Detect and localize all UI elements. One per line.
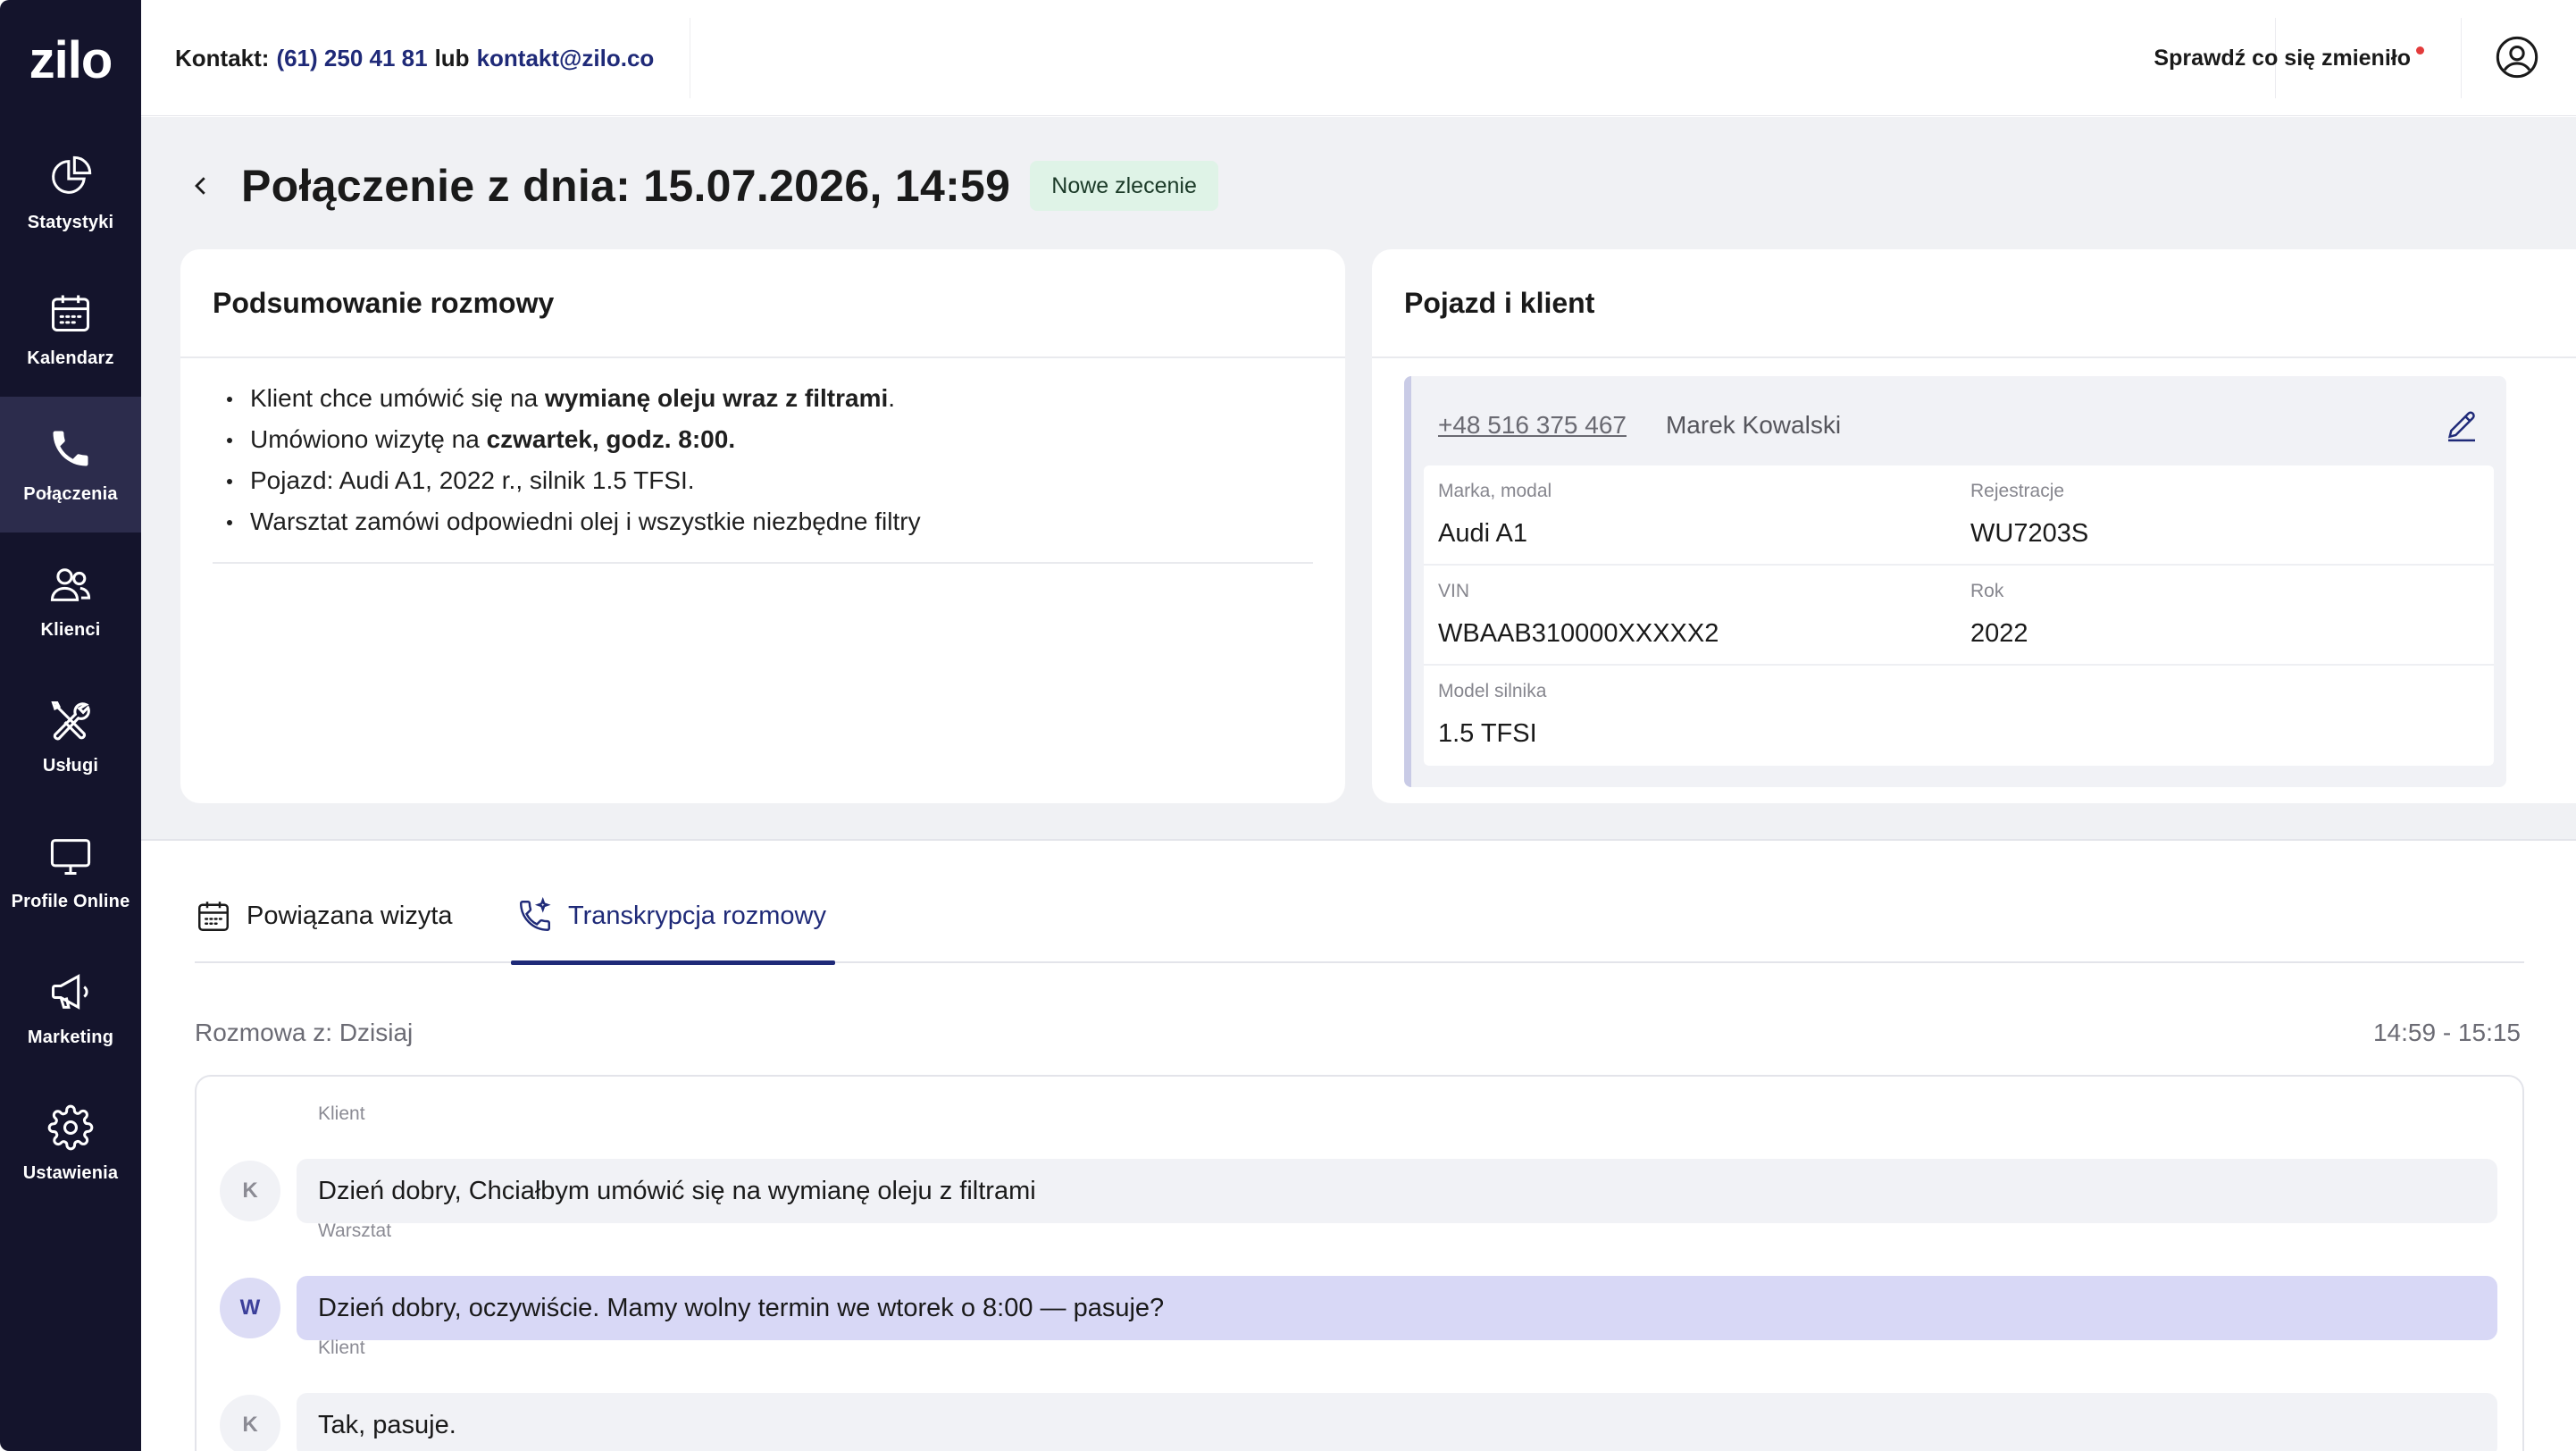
field-make: Marka, modal Audi A1 — [1438, 481, 1552, 548]
speaker-label: Klient — [318, 1103, 365, 1124]
chevron-left-icon[interactable] — [188, 172, 214, 199]
sidebar-item-label: Klienci — [40, 619, 101, 640]
sidebar: zilo Statystyki Kalendarz Połączenia Kli… — [0, 0, 141, 1451]
tab-label: Transkrypcja rozmowy — [568, 901, 826, 930]
vehicle-fields: Marka, modal Audi A1 Rejestracje WU7203S… — [1424, 465, 2494, 766]
notification-dot — [2416, 46, 2424, 55]
sidebar-item-klienci[interactable]: Klienci — [0, 533, 141, 668]
client-phone-link[interactable]: +48 516 375 467 — [1438, 411, 1627, 440]
field-row: Marka, modal Audi A1 Rejestracje WU7203S — [1424, 465, 2494, 566]
megaphone-icon — [51, 973, 88, 1010]
sidebar-item-label: Ustawienia — [22, 1162, 119, 1183]
summary-card-title: Podsumowanie rozmowy — [180, 249, 1345, 358]
users-icon — [50, 567, 91, 601]
sidebar-item-kalendarz[interactable]: Kalendarz — [0, 261, 141, 397]
vehicle-details: +48 516 375 467 Marek Kowalski Marka, mo… — [1404, 376, 2506, 787]
client-name: Marek Kowalski — [1665, 411, 1842, 439]
message-bubble: Dzień dobry, oczywiście. Mamy wolny term… — [297, 1276, 2497, 1340]
sidebar-item-profile-online[interactable]: Profile Online — [0, 804, 141, 940]
field-registration: Rejestracje WU7203S — [1970, 481, 2089, 548]
calendar-icon — [198, 902, 229, 931]
sidebar-item-uslugi[interactable]: Usługi — [0, 668, 141, 804]
client-row: +48 516 375 467 Marek Kowalski — [1438, 403, 2480, 448]
field-engine: Model silnika 1.5 TFSI — [1438, 681, 1547, 748]
edit-pencil-icon[interactable] — [2444, 408, 2480, 444]
vehicle-client-card: Pojazd i klient +48 516 375 467 Marek Ko… — [1372, 249, 2576, 803]
contact-email-link[interactable]: kontakt@zilo.co — [477, 45, 655, 72]
sidebar-item-ustawienia[interactable]: Ustawienia — [0, 1076, 141, 1212]
sidebar-item-label: Statystyki — [27, 212, 114, 232]
field-vin: VIN WBAAB310000XXXXX2 — [1438, 581, 1719, 648]
conversation-time-range: 14:59 - 15:15 — [2372, 1019, 2521, 1046]
field-row: VIN WBAAB310000XXXXX2 Rok 2022 — [1424, 566, 2494, 666]
contact-or: lub — [434, 44, 470, 71]
title-row: Połączenie z dnia: 15.07.2026, 14:59 Now… — [188, 156, 1218, 215]
pie-chart-icon — [52, 155, 92, 194]
logo[interactable]: zilo — [0, 25, 141, 96]
page-title: Połączenie z dnia: 15.07.2026, 14:59 — [241, 161, 1011, 211]
sidebar-item-label: Usługi — [42, 755, 99, 776]
call-overview: Połączenie z dnia: 15.07.2026, 14:59 Now… — [141, 117, 2576, 841]
phone-sparkle-icon — [520, 897, 551, 931]
sidebar-item-label: Marketing — [27, 1027, 114, 1047]
user-circle-icon[interactable] — [2494, 34, 2540, 80]
field-row: Model silnika 1.5 TFSI — [1424, 666, 2494, 766]
app: zilo Statystyki Kalendarz Połączenia Kli… — [0, 0, 2576, 1451]
field-year: Rok 2022 — [1970, 581, 2028, 648]
contact-info: Kontakt: (61) 250 41 81 lub kontakt@zilo… — [175, 0, 661, 116]
vehicle-card-title: Pojazd i klient — [1372, 249, 2576, 358]
phone-icon — [53, 431, 88, 465]
avatar: K — [220, 1395, 280, 1451]
sidebar-item-marketing[interactable]: Marketing — [0, 940, 141, 1076]
avatar: K — [220, 1161, 280, 1221]
summary-item: Warsztat zamówi odpowiedni olej i wszyst… — [213, 501, 1313, 542]
contact-label: Kontakt: — [175, 44, 270, 71]
divider — [213, 562, 1313, 564]
sidebar-item-polaczenia[interactable]: Połączenia — [0, 397, 141, 533]
summary-list: Klient chce umówić się na wymianę oleju … — [180, 358, 1345, 542]
sidebar-item-label: Kalendarz — [27, 348, 114, 368]
tools-icon — [51, 700, 90, 740]
gear-icon — [47, 1104, 94, 1150]
message-bubble: Tak, pasuje. — [297, 1393, 2497, 1451]
divider — [2461, 18, 2462, 98]
sidebar-item-statystyki[interactable]: Statystyki — [0, 125, 141, 261]
summary-item: Umówiono wizytę na czwartek, godz. 8:00. — [213, 419, 1313, 460]
whats-new-label: Sprawdź co się zmieniło — [2154, 45, 2411, 71]
conversation-label: Rozmowa z: Dzisiaj — [195, 1019, 414, 1046]
transcript-panel[interactable]: Klient K Dzień dobry, Chciałbym umówić s… — [195, 1075, 2524, 1451]
tab-bar: Powiązana wizyta Transkrypcja rozmowy — [195, 868, 2524, 965]
speaker-label: Warsztat — [318, 1220, 392, 1241]
avatar: W — [220, 1278, 280, 1338]
contact-phone-link[interactable]: (61) 250 41 81 — [276, 45, 427, 72]
summary-item: Pojazd: Audi A1, 2022 r., silnik 1.5 TFS… — [213, 460, 1313, 501]
message-bubble: Dzień dobry, Chciałbym umówić się na wym… — [297, 1159, 2497, 1223]
sidebar-nav: Statystyki Kalendarz Połączenia Klienci … — [0, 125, 141, 1212]
sidebar-item-label: Profile Online — [11, 891, 130, 911]
speaker-label: Klient — [318, 1338, 365, 1358]
top-bar: Kontakt: (61) 250 41 81 lub kontakt@zilo… — [141, 0, 2576, 116]
tab-label: Powiązana wizyta — [247, 901, 453, 930]
summary-item: Klient chce umówić się na wymianę oleju … — [213, 378, 1313, 419]
monitor-icon — [50, 838, 91, 875]
whats-new-link[interactable]: Sprawdź co się zmieniło — [2154, 0, 2424, 116]
sidebar-item-label: Połączenia — [23, 483, 118, 504]
tab-related-visit[interactable]: Powiązana wizyta — [195, 868, 453, 963]
tab-transcript[interactable]: Transkrypcja rozmowy — [511, 868, 835, 965]
summary-card: Podsumowanie rozmowy Klient chce umówić … — [180, 249, 1345, 803]
calendar-icon — [51, 295, 90, 331]
status-badge: Nowe zlecenie — [1030, 161, 1218, 211]
conversation-meta: Rozmowa z: Dzisiaj 14:59 - 15:15 — [195, 1019, 2521, 1047]
